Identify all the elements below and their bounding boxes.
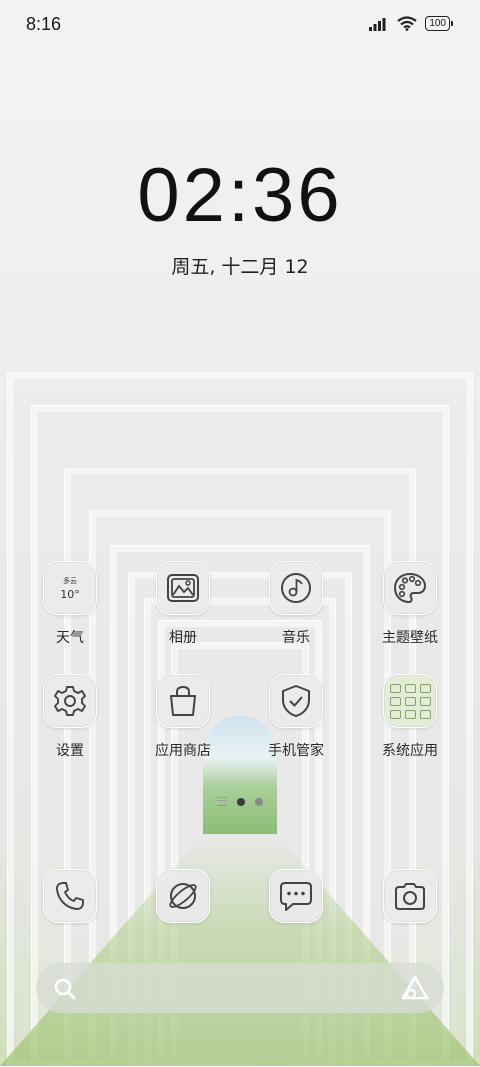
app-label: 应用商店 [155, 743, 211, 759]
weather-icon: 多云 10° [43, 561, 97, 615]
search-bar[interactable] [36, 963, 444, 1013]
menu-lines-icon [217, 797, 227, 806]
app-themes[interactable]: 主题壁纸 [360, 561, 460, 647]
phone-icon [43, 869, 97, 923]
app-weather[interactable]: 多云 10° 天气 [20, 561, 120, 647]
page-dot-active [237, 797, 245, 806]
gear-icon [43, 674, 97, 728]
page-dot [255, 797, 263, 806]
app-label: 系统应用 [382, 743, 438, 759]
folder-icon [383, 674, 437, 728]
app-label: 音乐 [282, 630, 310, 646]
dock-phone[interactable] [20, 869, 120, 923]
battery-icon: 100 [425, 16, 453, 31]
page-indicator[interactable] [0, 797, 480, 806]
app-music[interactable]: 音乐 [246, 561, 346, 647]
assistant-icon[interactable] [400, 975, 430, 1001]
date-label: 周五, 十二月 12 [171, 256, 309, 278]
app-label: 相册 [169, 630, 197, 646]
shield-check-icon [269, 674, 323, 728]
palette-icon [383, 561, 437, 615]
weather-desc: 多云 [63, 576, 77, 585]
app-gallery[interactable]: 相册 [133, 561, 233, 647]
app-system-folder[interactable]: 系统应用 [360, 674, 460, 760]
status-bar: 8:16 100 [0, 0, 480, 50]
dock-browser[interactable] [133, 869, 233, 923]
app-store[interactable]: 应用商店 [133, 674, 233, 760]
music-icon [269, 561, 323, 615]
weather-temp: 10° [60, 587, 80, 601]
wifi-icon [397, 16, 417, 31]
camera-icon [383, 869, 437, 923]
app-phone-manager[interactable]: 手机管家 [246, 674, 346, 760]
gallery-icon [156, 561, 210, 615]
search-icon[interactable] [54, 978, 76, 1000]
browser-icon [156, 869, 210, 923]
shopping-bag-icon [156, 674, 210, 728]
dock-camera[interactable] [360, 869, 460, 923]
app-label: 设置 [56, 743, 84, 759]
status-time: 8:16 [26, 14, 62, 34]
lock-clock: 02:36 [137, 153, 343, 238]
app-settings[interactable]: 设置 [20, 674, 120, 760]
app-label: 主题壁纸 [382, 630, 438, 646]
dock-messages[interactable] [246, 869, 346, 923]
signal-icon [369, 17, 386, 31]
app-label: 天气 [56, 630, 84, 646]
message-icon [269, 869, 323, 923]
app-label: 手机管家 [268, 743, 324, 759]
